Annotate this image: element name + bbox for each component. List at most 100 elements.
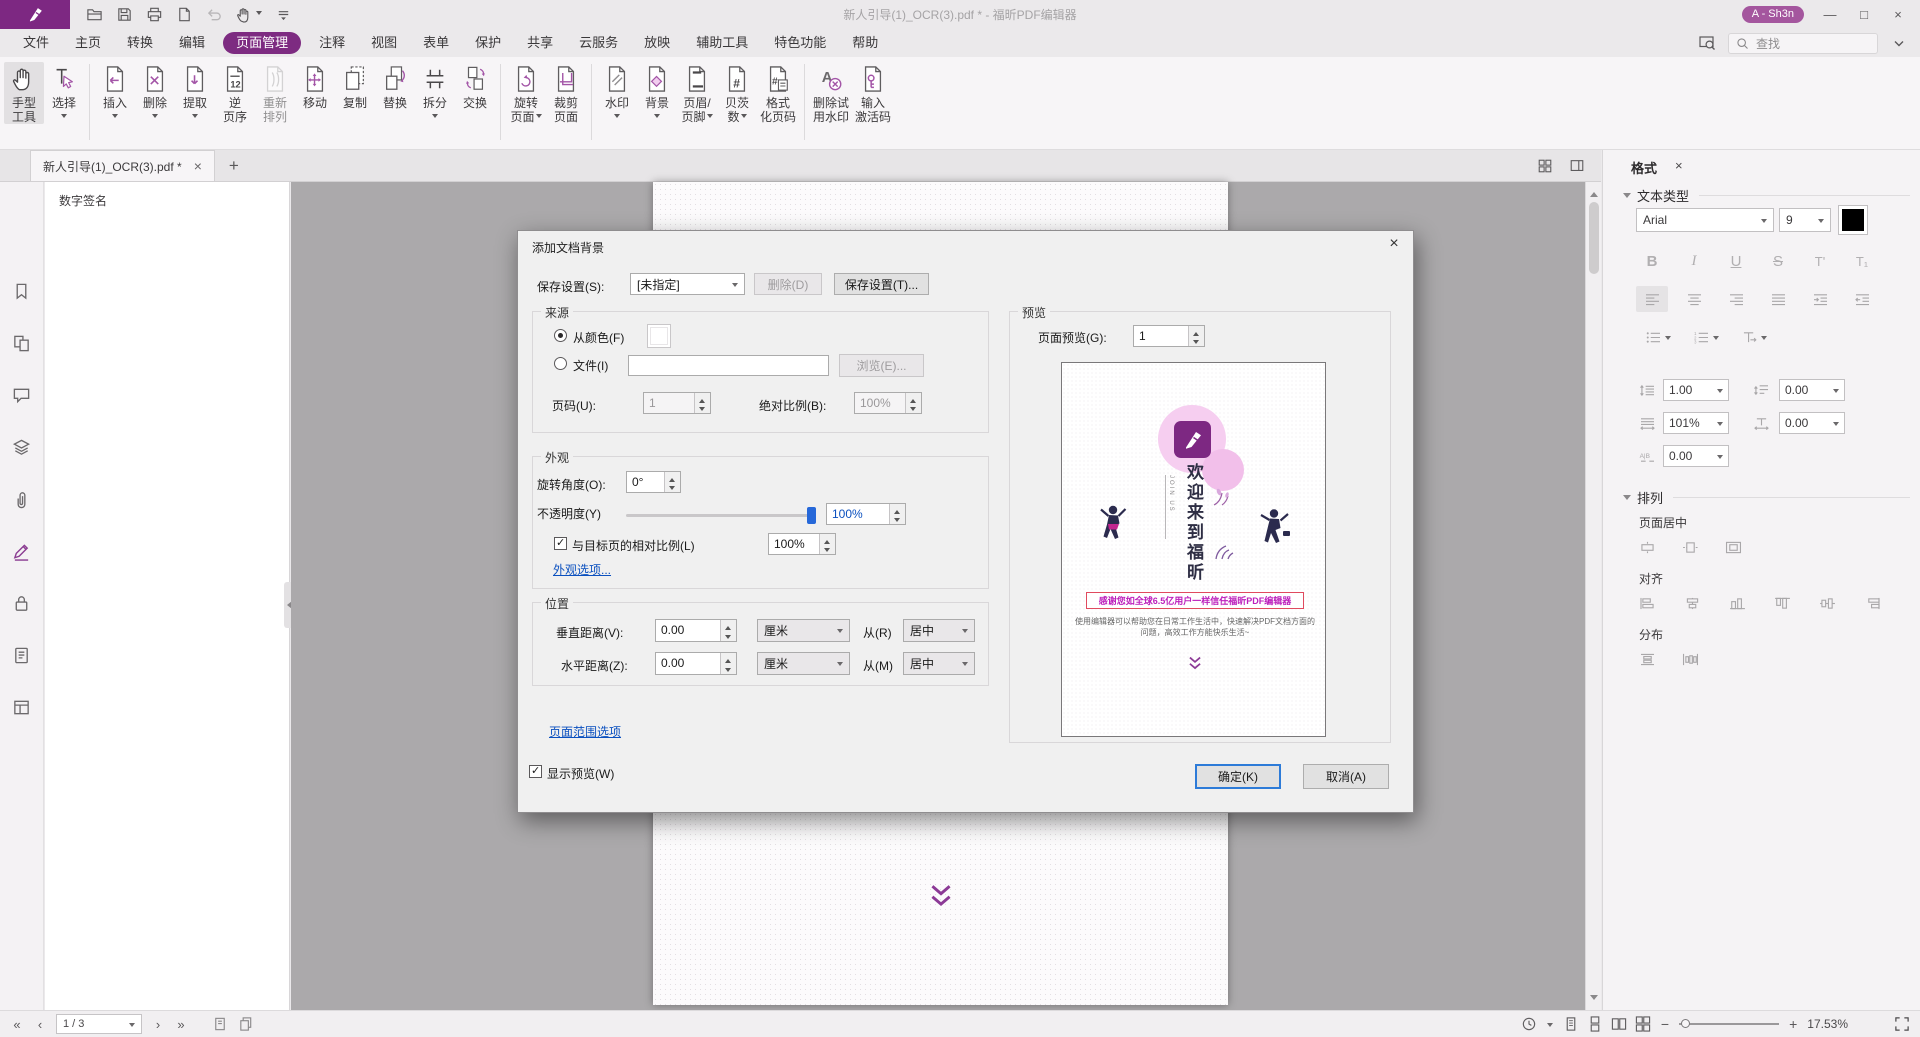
- quick-access-button[interactable]: [86, 6, 103, 23]
- object-align-button[interactable]: [1631, 590, 1663, 616]
- close-button[interactable]: ×: [1890, 0, 1906, 29]
- distribute-button[interactable]: [1631, 646, 1663, 672]
- opacity-spinner[interactable]: 100%: [826, 503, 906, 525]
- page-number-input[interactable]: 1 / 3: [56, 1014, 142, 1034]
- first-page-button[interactable]: «: [10, 1017, 24, 1032]
- snapshot-icon[interactable]: [212, 1016, 228, 1032]
- dialog-close-icon[interactable]: ×: [1383, 235, 1405, 255]
- relative-scale-spinner[interactable]: 100%: [768, 533, 836, 555]
- sidebar-item[interactable]: [12, 386, 31, 405]
- text-style-button[interactable]: T': [1804, 248, 1836, 274]
- zoom-slider[interactable]: [1679, 1023, 1779, 1025]
- facing-page-icon[interactable]: [1611, 1016, 1627, 1032]
- h-scale-field[interactable]: 101%: [1663, 412, 1729, 434]
- list-button[interactable]: 123: [1684, 324, 1728, 350]
- ribbon-tool[interactable]: 输入激活码: [852, 62, 894, 124]
- cancel-button[interactable]: 取消(A): [1303, 764, 1389, 789]
- ribbon-tool[interactable]: 手型工具: [4, 62, 44, 124]
- object-align-button[interactable]: [1856, 590, 1888, 616]
- center-button[interactable]: [1631, 534, 1663, 560]
- font-color-swatch[interactable]: [1838, 205, 1868, 235]
- relative-scale-checkbox[interactable]: [554, 537, 567, 550]
- save-settings-button[interactable]: 保存设置(T)...: [834, 273, 929, 295]
- from-color-radio[interactable]: [554, 329, 567, 342]
- horizontal-anchor-select[interactable]: 居中: [903, 652, 975, 675]
- clock-icon[interactable]: [1521, 1016, 1537, 1032]
- document-tab[interactable]: 新人引导(1)_OCR(3).pdf * ×: [30, 150, 215, 181]
- fit-screen-icon[interactable]: [1894, 1016, 1910, 1032]
- ribbon-tool[interactable]: 替换: [375, 62, 415, 110]
- ribbon-tool[interactable]: A删除试用水印: [810, 62, 852, 124]
- list-button[interactable]: [1636, 324, 1680, 350]
- zoom-slider-handle[interactable]: [1681, 1019, 1690, 1028]
- absolute-scale-spinner[interactable]: 100%: [854, 392, 922, 414]
- ribbon-tool[interactable]: 拆分: [415, 62, 455, 124]
- menu-tab[interactable]: 辅助工具: [683, 29, 761, 57]
- scrollbar-thumb[interactable]: [1589, 202, 1599, 274]
- new-tab-button[interactable]: +: [215, 156, 253, 176]
- ribbon-tool[interactable]: 12逆页序: [215, 62, 255, 124]
- sidebar-item[interactable]: [12, 334, 31, 353]
- ribbon-tool[interactable]: 页眉/页脚: [677, 62, 717, 124]
- format-panel-tab[interactable]: 格式: [1631, 158, 1657, 177]
- previous-page-button[interactable]: ‹: [33, 1017, 47, 1032]
- line-spacing-field[interactable]: 1.00: [1663, 379, 1729, 401]
- maximize-button[interactable]: □: [1856, 0, 1872, 29]
- vertical-distance-spinner[interactable]: 0.00: [655, 619, 737, 642]
- search-input[interactable]: 查找: [1728, 33, 1878, 54]
- sidebar-item[interactable]: [12, 438, 31, 457]
- font-family-select[interactable]: Arial: [1636, 208, 1774, 232]
- appearance-options-link[interactable]: 外观选项...: [553, 561, 611, 578]
- ribbon-tool[interactable]: 提取: [175, 62, 215, 124]
- vertical-anchor-select[interactable]: 居中: [903, 619, 975, 642]
- object-align-button[interactable]: [1676, 590, 1708, 616]
- ribbon-tool[interactable]: 旋转页面: [506, 62, 546, 124]
- continuous-facing-icon[interactable]: [1635, 1016, 1651, 1032]
- paragraph-align-button[interactable]: [1678, 286, 1710, 312]
- ribbon-collapse-icon[interactable]: [1890, 34, 1908, 52]
- center-button[interactable]: [1674, 534, 1706, 560]
- menu-tab[interactable]: 主页: [62, 29, 114, 57]
- menu-tab[interactable]: 表单: [410, 29, 462, 57]
- menu-tab[interactable]: 视图: [358, 29, 410, 57]
- menu-tab[interactable]: 注释: [306, 29, 358, 57]
- from-file-radio[interactable]: [554, 357, 567, 370]
- menu-tab[interactable]: 放映: [631, 29, 683, 57]
- menu-tab[interactable]: 页面管理: [223, 32, 301, 54]
- ribbon-tool[interactable]: 交换: [455, 62, 495, 110]
- page-number-spinner[interactable]: 1: [643, 392, 711, 414]
- menu-tab[interactable]: 保护: [462, 29, 514, 57]
- browse-button[interactable]: 浏览(E)...: [839, 354, 924, 377]
- scroll-up-icon[interactable]: [1590, 188, 1598, 197]
- continuous-page-icon[interactable]: [1587, 1016, 1603, 1032]
- paragraph-align-button[interactable]: [1762, 286, 1794, 312]
- opacity-slider[interactable]: [626, 514, 814, 517]
- menu-tab[interactable]: 编辑: [166, 29, 218, 57]
- vertical-unit-select[interactable]: 厘米: [757, 619, 850, 642]
- arrange-section-header[interactable]: 排列: [1623, 488, 1910, 507]
- minimize-button[interactable]: —: [1822, 0, 1838, 29]
- text-style-button[interactable]: B: [1636, 248, 1668, 274]
- text-style-button[interactable]: T₁: [1846, 248, 1878, 274]
- next-page-button[interactable]: ›: [151, 1017, 165, 1032]
- delete-settings-button[interactable]: 删除(D): [754, 273, 822, 295]
- quick-access-button[interactable]: [236, 6, 262, 23]
- ribbon-tool[interactable]: 水印: [597, 62, 637, 124]
- quick-access-button[interactable]: [116, 6, 133, 23]
- sidebar-item[interactable]: [12, 490, 31, 509]
- object-align-button[interactable]: [1721, 590, 1753, 616]
- menu-tab[interactable]: 帮助: [839, 29, 891, 57]
- zoom-level[interactable]: 17.53%: [1807, 1017, 1848, 1031]
- horizontal-unit-select[interactable]: 厘米: [757, 652, 850, 675]
- last-page-button[interactable]: »: [174, 1017, 188, 1032]
- ribbon-tool[interactable]: 复制: [335, 62, 375, 110]
- kerning-field[interactable]: 0.00: [1663, 445, 1729, 467]
- sidebar-item[interactable]: [12, 594, 31, 613]
- menu-tab[interactable]: 云服务: [566, 29, 631, 57]
- single-page-icon[interactable]: [1563, 1016, 1579, 1032]
- sidebar-item[interactable]: [12, 542, 31, 561]
- zoom-in-button[interactable]: +: [1789, 1016, 1797, 1032]
- page-range-options-link[interactable]: 页面范围选项: [549, 723, 621, 740]
- ribbon-tool[interactable]: #贝茨数: [717, 62, 757, 124]
- quick-access-button[interactable]: [206, 6, 223, 23]
